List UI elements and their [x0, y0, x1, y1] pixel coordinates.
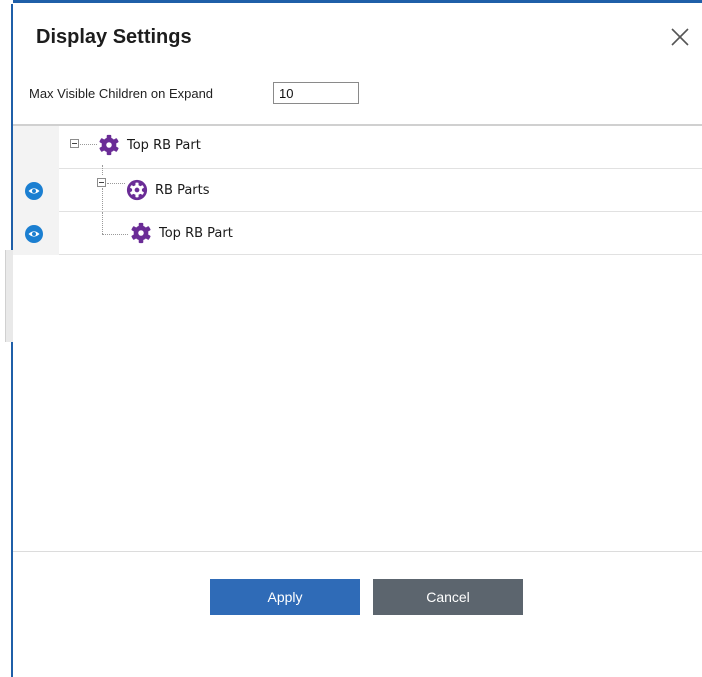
max-children-label: Max Visible Children on Expand [29, 86, 214, 101]
tree-connector [102, 165, 103, 175]
background-window-edge [0, 0, 14, 677]
gear-icon [131, 222, 151, 244]
close-button[interactable] [668, 25, 692, 49]
tree-row[interactable]: RB Parts [13, 165, 702, 212]
gear-icon [99, 134, 119, 156]
tree-connector [102, 188, 103, 212]
eye-icon[interactable] [25, 182, 43, 200]
row-gutter [13, 126, 59, 169]
tree-row[interactable]: Top RB Part [13, 212, 702, 255]
eye-icon[interactable] [25, 225, 43, 243]
dialog-title: Display Settings [36, 26, 192, 48]
tree-row[interactable]: Top RB Part [13, 126, 702, 169]
tree-node-label: Top RB Part [159, 226, 233, 241]
row-divider [59, 254, 702, 255]
apply-button[interactable]: Apply [210, 579, 360, 615]
tree-node-label: Top RB Part [127, 138, 201, 153]
cancel-button[interactable]: Cancel [373, 579, 523, 615]
tree-connector [102, 234, 128, 235]
tree-connector [102, 212, 103, 234]
display-settings-dialog: Display Settings Max Visible Children on… [13, 3, 702, 677]
max-children-input[interactable] [273, 82, 359, 104]
close-icon [671, 28, 689, 46]
tree-connector [80, 144, 97, 145]
gear-circle-icon [126, 179, 148, 201]
tree-connector [107, 183, 125, 184]
tree-node-label: RB Parts [155, 183, 210, 198]
footer-divider [13, 551, 702, 552]
collapse-toggle[interactable] [97, 178, 106, 187]
collapse-toggle[interactable] [70, 139, 79, 148]
